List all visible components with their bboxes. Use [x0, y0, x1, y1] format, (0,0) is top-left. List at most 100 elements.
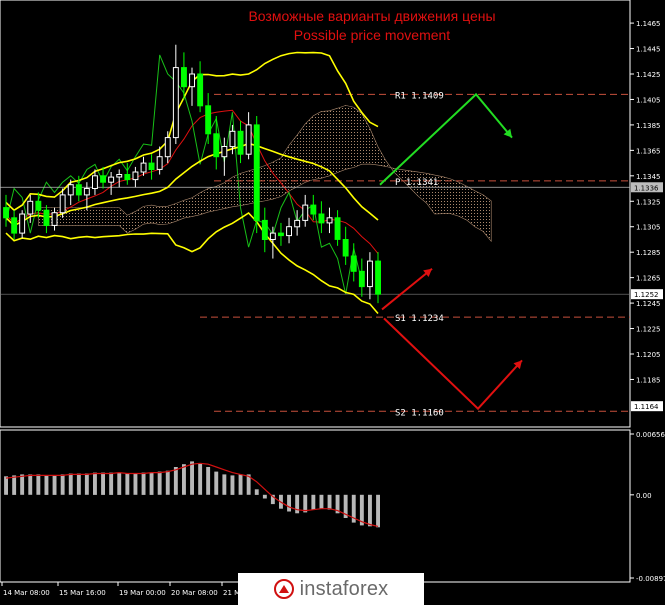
osma-bar [157, 471, 162, 495]
instaforex-logo-text: instaforex [299, 577, 389, 600]
y-tick-label: 1.1305 [636, 224, 661, 232]
candle-body [3, 207, 9, 219]
instaforex-logo-icon [273, 579, 294, 599]
osma-bar [165, 470, 170, 495]
candle-body [83, 188, 90, 196]
osma-bar [93, 472, 97, 495]
level-label-p: P 1.1341 [395, 178, 438, 188]
candle-body [350, 255, 357, 272]
osma-bar [295, 494, 300, 514]
y-tick-label: 1.1205 [636, 351, 661, 359]
candle-body [181, 67, 187, 88]
x-tick-label: 20 Mar 08:00 [171, 589, 218, 597]
price-tag-label: 1.1336 [634, 184, 659, 192]
x-tick-label: 14 Mar 08:00 [3, 589, 50, 597]
osma-bar [311, 494, 316, 510]
candle-body [213, 133, 220, 158]
osma-bar [254, 489, 259, 495]
osma-bar [28, 474, 33, 495]
osma-bar [303, 494, 308, 513]
osma-bar [125, 473, 130, 495]
candle-body [261, 219, 268, 240]
candle [253, 116, 260, 234]
chart-subtitle: Possible price movement [294, 27, 451, 43]
y-tick-label: 1.1285 [636, 249, 661, 257]
osma-bar [214, 471, 219, 495]
candle-body [43, 209, 50, 226]
candle-body [108, 176, 115, 183]
osma-bar [101, 472, 105, 495]
candle-body [358, 270, 365, 288]
osma-bar [327, 494, 332, 510]
price-tag: 1.1252 [631, 289, 663, 300]
candle-body [375, 260, 382, 295]
candle-body [67, 184, 74, 196]
osma-bar [60, 474, 65, 495]
osma-bar [20, 474, 25, 495]
y-tick-label: 1.1405 [636, 96, 661, 104]
candle-body [100, 175, 106, 183]
indicator-y-tick-label: 0.00 [636, 492, 652, 500]
candle-body [27, 200, 34, 215]
candle-body [92, 175, 98, 190]
osma-bar [319, 494, 324, 509]
y-tick-label: 1.1345 [636, 173, 661, 181]
y-tick-label: 1.1185 [636, 376, 661, 384]
candle-body [124, 174, 131, 181]
candle-body [19, 213, 26, 234]
candle-body [342, 239, 349, 257]
osma-bar [68, 473, 73, 495]
y-tick-label: 1.1325 [636, 198, 661, 206]
osma-bar [149, 472, 154, 495]
candle-body [237, 130, 244, 155]
candle-body [156, 156, 163, 170]
osma-bar [141, 472, 146, 495]
candle-body [269, 232, 276, 241]
candle-body [294, 219, 301, 228]
candle-body [245, 124, 252, 155]
osma-bar [76, 473, 81, 495]
level-label-s2: S2 1.1160 [395, 408, 444, 418]
candle-body [302, 204, 309, 221]
osma-bar [368, 494, 372, 527]
x-tick-label: 15 Mar 16:00 [59, 589, 106, 597]
y-tick-label: 1.1445 [636, 46, 661, 54]
x-tick-label: 19 Mar 00:00 [119, 589, 166, 597]
osma-bar [12, 475, 17, 495]
candle-body [75, 184, 82, 196]
osma-bar [52, 475, 57, 495]
candle-body [197, 73, 204, 107]
candle-body [221, 146, 228, 158]
candle-body [253, 124, 260, 221]
price-tag: 1.1336 [631, 182, 663, 193]
osma-bar [206, 467, 211, 495]
osma-bar [173, 467, 178, 495]
candle-body [367, 260, 373, 288]
osma-bar [36, 474, 41, 495]
candle-body [140, 162, 147, 173]
candle-body [189, 73, 196, 88]
candle-body [318, 213, 325, 224]
level-label-r1: R1 1.1409 [395, 91, 444, 101]
y-tick-label: 1.1425 [636, 71, 661, 79]
y-tick-label: 1.1225 [636, 326, 661, 334]
level-label-s1: S1 1.1234 [395, 314, 444, 324]
candle-body [278, 232, 284, 237]
candle-body [59, 194, 66, 214]
candle-body [229, 130, 236, 148]
osma-bar [190, 461, 194, 495]
osma-bar [238, 474, 243, 495]
y-tick-label: 1.1245 [636, 300, 661, 308]
candle-body [132, 171, 139, 181]
y-tick-label: 1.1385 [636, 122, 661, 130]
osma-bar [262, 494, 267, 499]
y-tick-label: 1.1365 [636, 147, 661, 155]
osma-bar [109, 472, 114, 495]
osma-bar [182, 464, 186, 495]
candle-body [326, 217, 333, 224]
osma-bar [198, 463, 203, 495]
price-tag-label: 1.1164 [634, 403, 659, 411]
osma-bar [376, 494, 380, 528]
price-tag-label: 1.1252 [634, 291, 659, 299]
candle-body [35, 200, 42, 211]
